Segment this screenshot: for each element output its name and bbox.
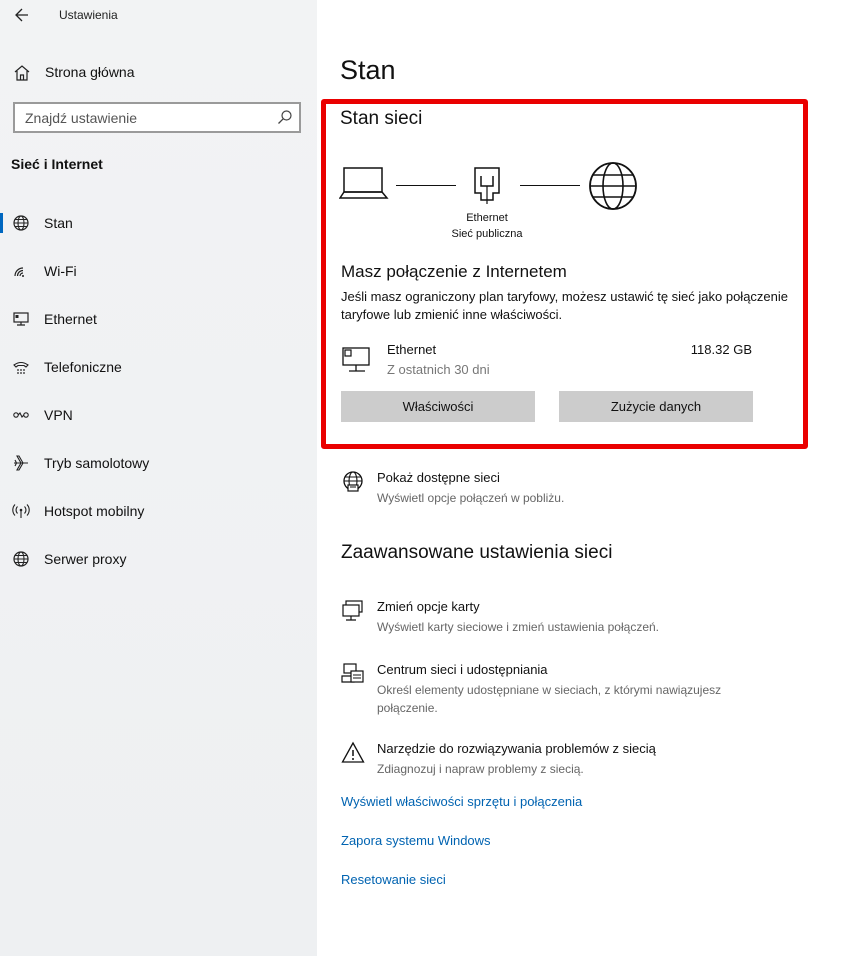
- sidebar-item-label: Tryb samolotowy: [44, 455, 150, 471]
- airplane-icon: [14, 455, 28, 471]
- sidebar-item-telefoniczne[interactable]: Telefoniczne: [0, 343, 317, 391]
- network-adapter-icon: [342, 347, 370, 372]
- sidebar-item-stan[interactable]: Stan: [0, 199, 317, 247]
- sidebar-item-tryb-samolotowy[interactable]: Tryb samolotowy: [0, 439, 317, 487]
- adapter-period: Z ostatnich 30 dni: [387, 362, 490, 377]
- diagram-adapter-label: Ethernet: [466, 212, 508, 224]
- ethernet-icon: [13, 312, 29, 326]
- vpn-icon: [13, 412, 29, 418]
- dialup-icon: [13, 361, 29, 374]
- sidebar-item-ethernet[interactable]: Ethernet: [0, 295, 317, 343]
- laptop-icon: [339, 167, 389, 199]
- network-globe-icon: [343, 471, 363, 492]
- globe-icon: [13, 551, 29, 567]
- sidebar-item-label: Hotspot mobilny: [44, 503, 145, 519]
- sidebar-item-vpn[interactable]: VPN: [0, 391, 317, 439]
- windows-firewall-link[interactable]: Zapora systemu Windows: [341, 833, 491, 848]
- properties-button[interactable]: Właściwości: [341, 391, 535, 422]
- hotspot-icon: [12, 504, 30, 518]
- adapter-options-icon: [342, 600, 363, 621]
- home-label: Strona główna: [45, 64, 135, 80]
- sidebar-item-label: Serwer proxy: [44, 551, 127, 567]
- title-bar: Ustawienia: [0, 0, 317, 32]
- back-button[interactable]: [8, 2, 36, 28]
- wifi-icon: [14, 267, 24, 277]
- main-content: Stan Stan sieci Ethernet Sieć publiczna …: [317, 0, 863, 956]
- section-title: Sieć i Internet: [11, 156, 103, 172]
- data-usage-button[interactable]: Zużycie danych: [559, 391, 753, 422]
- sidebar-item-label: Ethernet: [44, 311, 97, 327]
- option-desc: Określ elementy udostępniane w sieciach,…: [377, 683, 722, 715]
- connection-status-title: Masz połączenie z Internetem: [341, 262, 567, 281]
- ethernet-port-icon: [474, 167, 500, 204]
- connector-line: [396, 185, 456, 186]
- sidebar-item-hotspot[interactable]: Hotspot mobilny: [0, 487, 317, 535]
- option-title: Zmień opcje karty: [377, 599, 480, 614]
- diagram-network-label: Sieć publiczna: [451, 228, 523, 240]
- page-title: Stan: [340, 55, 396, 85]
- advanced-settings-title: Zaawansowane ustawienia sieci: [341, 542, 613, 563]
- internet-globe-icon: [589, 162, 637, 210]
- option-title: Centrum sieci i udostępniania: [377, 662, 548, 677]
- home-link[interactable]: Strona główna: [0, 55, 317, 89]
- sidebar-item-wifi[interactable]: Wi-Fi: [0, 247, 317, 295]
- network-diagram: Ethernet Sieć publiczna: [339, 160, 649, 250]
- option-desc: Zdiagnozuj i napraw problemy z siecią.: [377, 762, 584, 776]
- globe-icon: [13, 215, 29, 231]
- network-reset-link[interactable]: Resetowanie sieci: [341, 872, 446, 887]
- adapter-name: Ethernet: [387, 342, 437, 357]
- search-icon[interactable]: [277, 109, 293, 125]
- sidebar-item-label: Stan: [44, 215, 73, 231]
- sidebar: Ustawienia Strona główna Sieć i Internet…: [0, 0, 317, 956]
- sidebar-item-label: Wi-Fi: [44, 263, 77, 279]
- sidebar-item-label: Telefoniczne: [44, 359, 122, 375]
- sidebar-item-label: VPN: [44, 407, 73, 423]
- hardware-properties-link[interactable]: Wyświetl właściwości sprzętu i połączeni…: [341, 794, 582, 809]
- app-title: Ustawienia: [59, 8, 118, 22]
- search-input[interactable]: [15, 104, 255, 131]
- adapter-usage-row: Ethernet Z ostatnich 30 dni 118.32 GB: [341, 342, 781, 382]
- option-desc: Wyświetl karty sieciowe i zmień ustawien…: [377, 620, 659, 634]
- connection-status-desc: Jeśli masz ograniczony plan taryfowy, mo…: [341, 289, 789, 322]
- option-title: Pokaż dostępne sieci: [377, 470, 500, 485]
- data-usage-amount: 118.32 GB: [690, 342, 752, 357]
- connector-line: [520, 185, 580, 186]
- sharing-center-icon: [341, 663, 364, 683]
- network-status-title: Stan sieci: [340, 108, 423, 129]
- warning-icon: [341, 741, 365, 763]
- sidebar-item-proxy[interactable]: Serwer proxy: [0, 535, 317, 583]
- selection-indicator: [0, 213, 3, 233]
- option-title: Narzędzie do rozwiązywania problemów z s…: [377, 741, 656, 756]
- option-desc: Wyświetl opcje połączeń w pobliżu.: [377, 491, 565, 505]
- back-arrow-icon: [15, 8, 28, 22]
- search-box[interactable]: [13, 102, 301, 133]
- sidebar-nav: Stan Wi-Fi Ethernet Telefoniczne VPN Try…: [0, 199, 317, 583]
- home-icon: [14, 65, 30, 81]
